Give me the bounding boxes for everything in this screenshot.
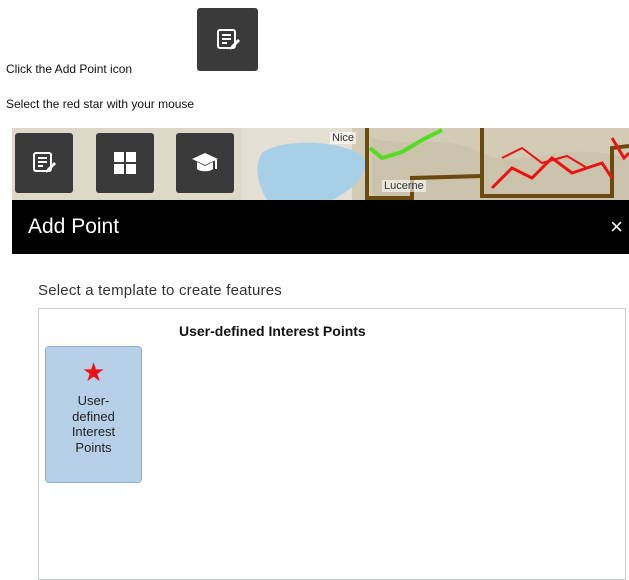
close-icon[interactable]: × [610, 214, 623, 240]
template-prompt: Select a template to create features [38, 282, 282, 299]
map-label-lucerne: Lucerne [382, 180, 426, 192]
template-group-title: User-defined Interest Points [179, 323, 366, 339]
graduation-cap-icon [192, 153, 218, 172]
map-label-nice: Nice [330, 132, 357, 144]
template-picker: User-defined Interest Points ★ User-defi… [38, 308, 626, 580]
add-point-toolbar-button[interactable] [15, 133, 73, 193]
add-point-panel-header: Add Point × [12, 200, 629, 254]
edit-list-icon [33, 152, 56, 173]
template-tile-user-defined-interest-points[interactable]: ★ User-defined Interest Points [45, 346, 142, 483]
instruction-step-1: Click the Add Point icon [6, 62, 133, 76]
template-tile-label: User-defined Interest Points [71, 393, 116, 455]
about-button[interactable] [176, 133, 234, 193]
basemap-gallery-button[interactable] [96, 133, 154, 193]
star-icon: ★ [81, 357, 106, 387]
edit-list-icon [216, 28, 240, 50]
add-point-panel-body: Select a template to create features Use… [12, 254, 629, 580]
instruction-step-2: Select the red star with your mouse [6, 97, 195, 111]
add-point-icon [197, 8, 258, 71]
grid-icon [114, 152, 136, 174]
panel-title: Add Point [28, 215, 120, 238]
